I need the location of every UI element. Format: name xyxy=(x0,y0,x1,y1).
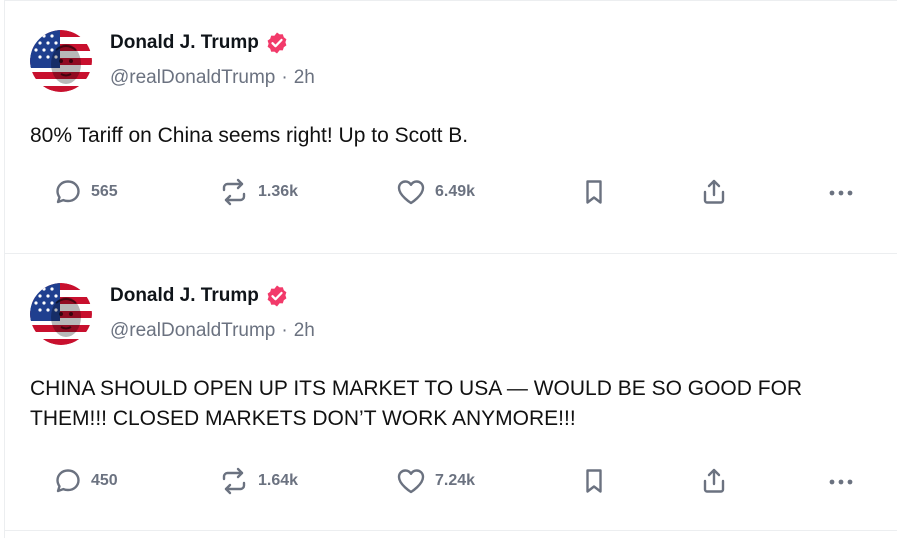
share-upload-icon xyxy=(699,466,729,496)
repost-count: 1.36k xyxy=(258,183,299,200)
comment-bubble-icon xyxy=(53,466,83,496)
bookmark-icon xyxy=(579,177,609,207)
post-time[interactable]: 2h xyxy=(294,67,315,89)
like-button[interactable]: 6.49k xyxy=(395,177,475,207)
action-bar: 450 1.64k 7.24k xyxy=(5,466,897,500)
post-text: 80% Tariff on China seems right! Up to S… xyxy=(30,124,469,147)
more-options-button[interactable] xyxy=(825,177,857,207)
handle-row: @realDonaldTrump · 2h xyxy=(110,320,315,342)
like-count: 7.24k xyxy=(435,472,476,489)
avatar[interactable] xyxy=(30,30,92,92)
post[interactable]: Donald J. Trump @realDonaldTrump · 2h CH… xyxy=(5,254,897,531)
reply-button[interactable]: 450 xyxy=(53,466,118,496)
author-handle[interactable]: @realDonaldTrump xyxy=(110,320,275,342)
like-count: 6.49k xyxy=(435,183,476,200)
post-time[interactable]: 2h xyxy=(294,320,315,342)
post-text: CHINA SHOULD OPEN UP ITS MARKET TO USA —… xyxy=(30,377,803,430)
reply-count: 450 xyxy=(91,472,118,489)
reply-count: 565 xyxy=(91,183,118,200)
post-feed: Donald J. Trump @realDonaldTrump · 2h 80… xyxy=(4,0,897,538)
comment-bubble-icon xyxy=(53,177,83,207)
more-options-button[interactable] xyxy=(825,466,857,496)
heart-icon xyxy=(395,177,427,207)
repost-button[interactable]: 1.64k xyxy=(218,466,298,496)
verified-badge-icon xyxy=(265,284,289,308)
repost-arrows-icon xyxy=(218,177,250,207)
avatar[interactable] xyxy=(30,283,92,345)
repost-button[interactable]: 1.36k xyxy=(218,177,298,207)
repost-arrows-icon xyxy=(218,466,250,496)
author-row: Donald J. Trump xyxy=(110,284,289,308)
verified-badge-icon xyxy=(265,31,289,55)
reply-button[interactable]: 565 xyxy=(53,177,118,207)
bookmark-button[interactable] xyxy=(579,466,609,496)
separator: · xyxy=(281,320,288,341)
separator: · xyxy=(281,67,288,88)
share-button[interactable] xyxy=(699,177,729,207)
share-upload-icon xyxy=(699,177,729,207)
repost-count: 1.64k xyxy=(258,472,299,489)
handle-row: @realDonaldTrump · 2h xyxy=(110,67,315,89)
author-name[interactable]: Donald J. Trump xyxy=(110,285,259,307)
bookmark-icon xyxy=(579,466,609,496)
post[interactable]: Donald J. Trump @realDonaldTrump · 2h 80… xyxy=(5,1,897,254)
bookmark-button[interactable] xyxy=(579,177,609,207)
like-button[interactable]: 7.24k xyxy=(395,466,475,496)
author-name[interactable]: Donald J. Trump xyxy=(110,32,259,54)
author-row: Donald J. Trump xyxy=(110,31,289,55)
more-dots-icon xyxy=(825,466,857,496)
author-handle[interactable]: @realDonaldTrump xyxy=(110,67,275,89)
share-button[interactable] xyxy=(699,466,729,496)
heart-icon xyxy=(395,466,427,496)
action-bar: 565 1.36k 6.49k xyxy=(5,177,897,211)
more-dots-icon xyxy=(825,177,857,207)
